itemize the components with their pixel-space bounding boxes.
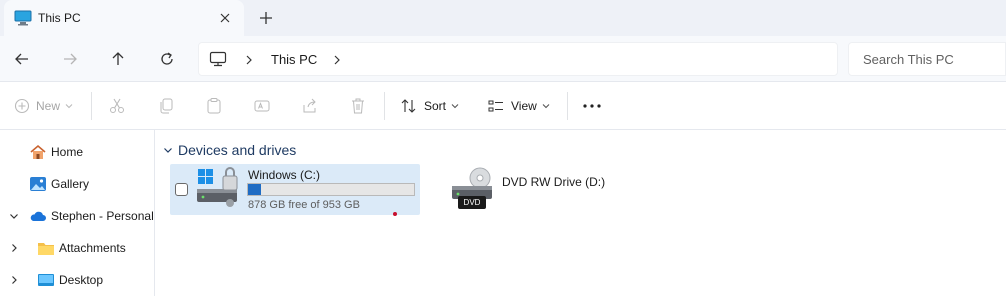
windows-drive-icon [197, 167, 238, 207]
monitor-icon [209, 51, 227, 67]
chevron-right-icon[interactable] [331, 53, 343, 67]
divider [91, 92, 92, 120]
back-button[interactable] [10, 47, 34, 71]
home-icon [30, 144, 46, 159]
drive-usage-bar [247, 183, 415, 196]
paste-button[interactable] [205, 94, 223, 118]
chevron-down-icon[interactable] [8, 210, 20, 222]
sort-icon [401, 99, 416, 113]
sidebar-item-home[interactable]: Home [0, 138, 154, 166]
scissors-icon [110, 98, 124, 113]
more-options-button[interactable] [582, 94, 602, 118]
sidebar-item-label: Stephen - Personal [51, 209, 154, 223]
sidebar-item-label: Gallery [51, 177, 90, 191]
drive-usage-fill [248, 184, 262, 195]
more-icon [583, 104, 601, 108]
sort-button[interactable]: Sort [400, 94, 460, 118]
drive-name: DVD RW Drive (D:) [502, 175, 606, 189]
drive-name: Windows (C:) [248, 168, 321, 182]
forward-button[interactable] [58, 47, 82, 71]
chevron-right-icon[interactable] [8, 274, 20, 286]
gallery-icon [30, 177, 46, 191]
new-label: New [36, 99, 61, 113]
copy-icon [160, 98, 173, 114]
breadcrumb-this-pc[interactable]: This PC [271, 52, 317, 67]
plus-circle-icon [14, 98, 30, 114]
group-header-devices[interactable]: Devices and drives [162, 140, 296, 160]
arrow-left-icon [15, 53, 28, 65]
drive-item-c[interactable]: Windows (C:) 878 GB free of 953 GB [170, 164, 420, 216]
navigation-pane: Home Gallery Stephen - Personal Attachme… [0, 130, 155, 296]
delete-button[interactable] [349, 94, 367, 118]
sidebar-item-gallery[interactable]: Gallery [0, 170, 154, 198]
tab-title: This PC [38, 11, 81, 25]
chevron-down-icon [451, 104, 459, 109]
group-title: Devices and drives [178, 142, 297, 158]
view-button[interactable]: View [487, 94, 551, 118]
content-pane: Devices and drives Windows (C:) 878 GB f… [156, 130, 1006, 296]
copy-button[interactable] [157, 94, 175, 118]
tab-this-pc[interactable]: This PC [4, 0, 244, 36]
monitor-icon [14, 10, 32, 26]
cut-button[interactable] [108, 94, 126, 118]
title-bar: This PC [0, 0, 1006, 36]
sidebar-item-attachments[interactable]: Attachments [0, 234, 154, 262]
cloud-icon [30, 211, 46, 221]
view-label: View [511, 99, 537, 113]
status-dot [393, 212, 397, 216]
search-input[interactable]: Search This PC [848, 42, 1006, 76]
share-button[interactable] [301, 94, 319, 118]
share-icon [303, 98, 316, 113]
rename-button[interactable] [253, 94, 271, 118]
command-bar: New Sort View [0, 82, 1006, 130]
navigation-bar: This PC Search This PC [0, 36, 1006, 82]
dvd-badge: DVD [458, 196, 486, 209]
refresh-icon [161, 52, 173, 65]
view-icon [488, 100, 503, 112]
up-button[interactable] [106, 47, 130, 71]
arrow-up-icon [112, 52, 124, 65]
folder-icon [38, 243, 54, 255]
address-bar[interactable]: This PC [198, 42, 838, 76]
drive-item-d[interactable]: DVD DVD RW Drive (D:) [450, 164, 700, 215]
sort-label: Sort [424, 99, 447, 113]
sidebar-item-label: Desktop [59, 273, 104, 287]
select-checkbox[interactable] [175, 183, 188, 196]
rename-icon [254, 100, 270, 112]
plus-icon[interactable] [256, 8, 276, 28]
new-button[interactable]: New [14, 94, 74, 118]
chevron-down-icon [542, 104, 550, 109]
refresh-button[interactable] [155, 47, 179, 71]
trash-icon [352, 98, 364, 114]
divider [567, 92, 568, 120]
sidebar-item-stephen-personal[interactable]: Stephen - Personal [0, 202, 154, 230]
close-icon[interactable] [216, 9, 234, 27]
clipboard-icon [207, 98, 221, 114]
chevron-down-icon[interactable] [162, 144, 174, 156]
chevron-right-icon[interactable] [8, 242, 20, 254]
divider [384, 92, 385, 120]
chevron-down-icon [65, 104, 73, 109]
chevron-right-icon[interactable] [243, 53, 255, 67]
search-placeholder: Search This PC [863, 52, 954, 67]
drive-free-space: 878 GB free of 953 GB [248, 199, 360, 211]
sidebar-item-desktop[interactable]: Desktop [0, 266, 154, 294]
desktop-icon [38, 274, 54, 286]
arrow-right-icon [64, 53, 77, 65]
sidebar-item-label: Attachments [59, 241, 126, 255]
sidebar-item-label: Home [51, 145, 84, 159]
